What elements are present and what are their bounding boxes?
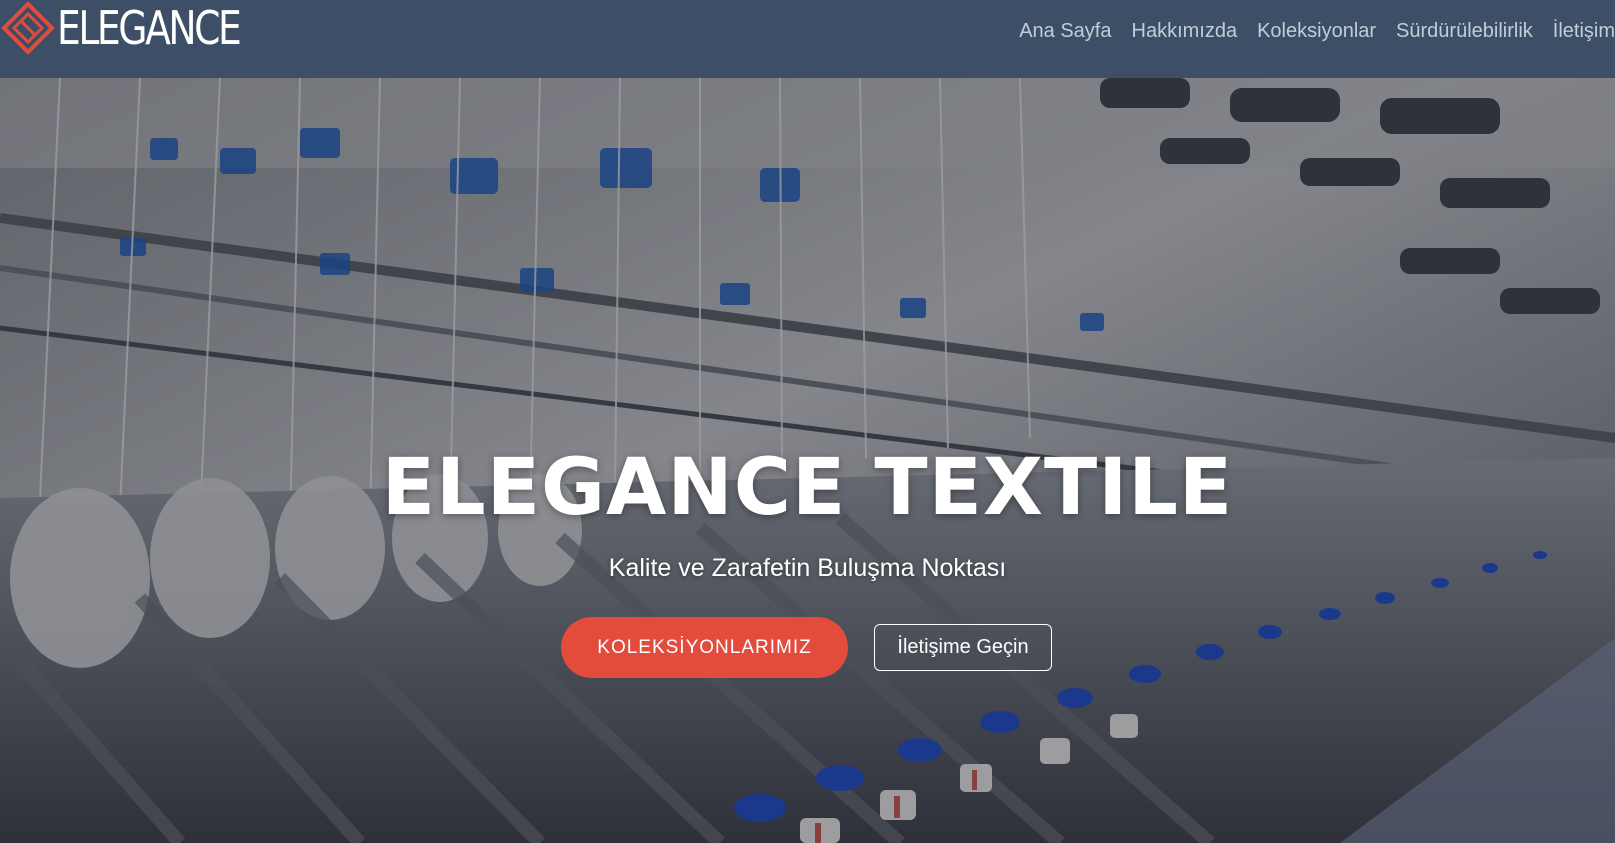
hero-subtitle: Kalite ve Zarafetin Buluşma Noktası — [608, 554, 1007, 582]
hero-section: ELEGANCE TEXTILE Kalite ve Zarafetin Bul… — [0, 78, 1615, 843]
nav-item-contact[interactable]: İletişim — [1553, 18, 1615, 44]
nav-item-sustainability[interactable]: Sürdürülebilirlik — [1396, 18, 1533, 44]
nav-item-home[interactable]: Ana Sayfa — [1019, 18, 1111, 44]
hero-title: ELEGANCE TEXTILE — [381, 443, 1234, 533]
collections-button[interactable]: KOLEKSİYONLARIMIZ — [561, 617, 848, 678]
brand-name: ELEGANCE — [57, 1, 242, 55]
logo[interactable]: ELEGANCE — [0, 0, 279, 56]
site-header: ELEGANCE Ana Sayfa Hakkımızda Koleksiyon… — [0, 0, 1615, 78]
main-nav: Ana Sayfa Hakkımızda Koleksiyonlar Sürdü… — [999, 18, 1615, 44]
diamond-logo-icon — [1, 1, 55, 55]
nav-item-collections[interactable]: Koleksiyonlar — [1257, 18, 1376, 44]
contact-button[interactable]: İletişime Geçin — [874, 624, 1052, 671]
nav-item-about[interactable]: Hakkımızda — [1132, 18, 1238, 44]
